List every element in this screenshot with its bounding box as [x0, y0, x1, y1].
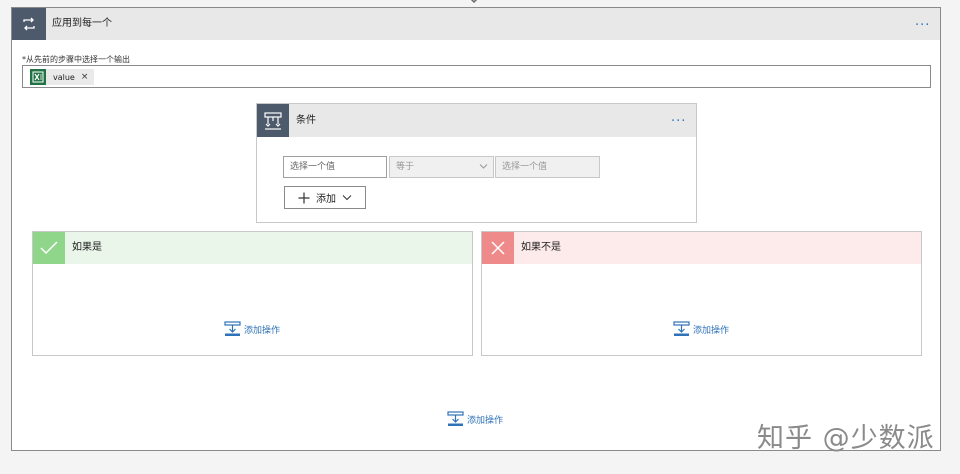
cross-icon — [482, 232, 514, 264]
if-yes-title: 如果是 — [72, 242, 102, 253]
if-yes-add-action-label: 添加操作 — [244, 325, 281, 336]
condition-card: 条件 ··· 选择一个值 等于 选择一个值 添加 — [256, 103, 697, 223]
checkmark-icon — [33, 232, 65, 264]
apply-to-each-header[interactable]: 应用到每一个 ··· — [12, 8, 940, 40]
condition-operator-label: 等于 — [396, 162, 415, 172]
add-action-icon — [447, 411, 464, 426]
chevron-down-icon — [479, 164, 488, 169]
value-token-remove-button[interactable]: × — [81, 72, 89, 82]
if-yes-add-action-button[interactable]: 添加操作 — [224, 321, 280, 337]
value-token[interactable]: value × — [30, 69, 95, 85]
apply-to-each-title: 应用到每一个 — [52, 18, 112, 29]
if-yes-header[interactable]: 如果是 — [33, 232, 472, 264]
excel-icon — [30, 69, 46, 85]
add-action-icon — [224, 321, 241, 336]
plus-icon — [298, 192, 310, 203]
output-field-label: *从先前的步骤中选择一个输出 — [22, 55, 130, 64]
condition-add-label: 添加 — [316, 194, 336, 205]
if-no-add-action-button[interactable]: 添加操作 — [673, 321, 729, 337]
condition-left-value-input[interactable]: 选择一个值 — [283, 156, 387, 178]
if-no-branch: 如果不是 添加操作 — [481, 231, 922, 356]
condition-icon — [257, 104, 289, 137]
watermark: 知乎 @少数派 — [757, 423, 935, 454]
loop-icon — [12, 8, 46, 40]
add-action-icon — [673, 321, 690, 336]
foreach-add-action-button[interactable]: 添加操作 — [447, 411, 503, 427]
chevron-down-icon — [342, 195, 352, 201]
foreach-add-action-label: 添加操作 — [467, 415, 504, 426]
if-no-header[interactable]: 如果不是 — [482, 232, 921, 264]
condition-right-value-input[interactable]: 选择一个值 — [495, 156, 600, 178]
if-no-title: 如果不是 — [521, 242, 561, 253]
apply-to-each-card: 应用到每一个 ··· *从先前的步骤中选择一个输出 value × 条件 ···… — [11, 7, 941, 451]
if-yes-branch: 如果是 添加操作 — [32, 231, 473, 356]
condition-header[interactable]: 条件 ··· — [257, 104, 696, 137]
connector-arrow-icon — [470, 0, 478, 4]
value-token-label: value — [53, 72, 75, 82]
condition-title: 条件 — [296, 115, 316, 126]
apply-to-each-more-button[interactable]: ··· — [915, 19, 930, 32]
output-field-input[interactable]: value × — [22, 65, 931, 88]
condition-operator-select[interactable]: 等于 — [389, 156, 494, 178]
condition-add-button[interactable]: 添加 — [284, 186, 366, 209]
if-no-add-action-label: 添加操作 — [693, 325, 730, 336]
condition-more-button[interactable]: ··· — [671, 115, 686, 128]
